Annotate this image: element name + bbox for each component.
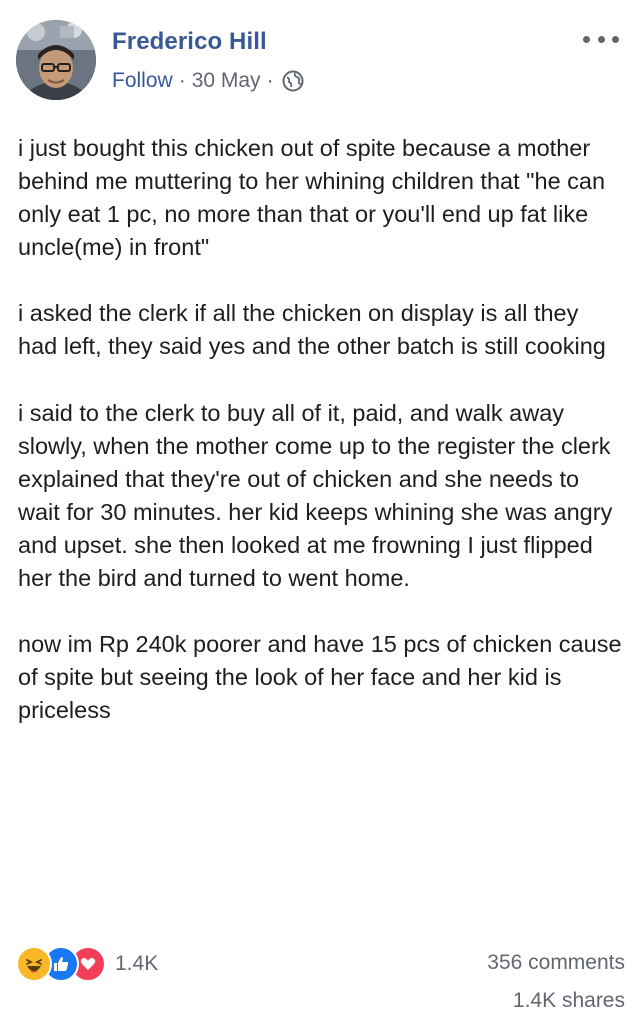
reaction-count: 1.4K	[115, 952, 159, 975]
reactions-summary[interactable]: 1.4K	[16, 946, 158, 982]
author-name[interactable]: Frederico Hill	[112, 28, 267, 56]
post-paragraph: now im Rp 240k poorer and have 15 pcs of…	[18, 631, 629, 724]
dot	[612, 35, 619, 43]
dot	[583, 35, 590, 43]
avatar-image	[16, 20, 96, 100]
post-paragraph: i just bought this chicken out of spite …	[18, 135, 612, 261]
post-header: Frederico Hill Follow · 30 May ·	[16, 20, 623, 100]
follow-link[interactable]: Follow	[112, 69, 173, 93]
avatar[interactable]	[16, 20, 96, 100]
more-options-icon[interactable]	[583, 32, 619, 46]
post-paragraph: i asked the clerk if all the chicken on …	[18, 300, 606, 360]
post-date[interactable]: 30 May	[192, 69, 261, 93]
shares-count[interactable]: 1.4K shares	[513, 989, 625, 1013]
meta-separator: ·	[178, 69, 186, 92]
globe-icon	[282, 70, 304, 92]
post-meta: Follow · 30 May ·	[112, 69, 304, 93]
post-body: i just bought this chicken out of spite …	[18, 132, 623, 760]
meta-separator: ·	[266, 69, 274, 92]
haha-icon	[16, 946, 52, 982]
post-paragraph: i said to the clerk to buy all of it, pa…	[18, 399, 619, 592]
comments-count[interactable]: 356 comments	[487, 951, 625, 975]
dot	[597, 35, 605, 43]
